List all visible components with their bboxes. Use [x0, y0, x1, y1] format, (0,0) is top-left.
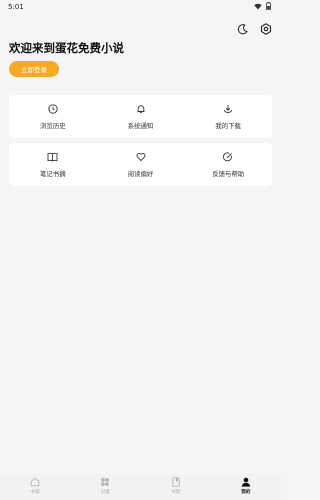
grid-item-notifications[interactable]: 系统通知 [97, 95, 185, 138]
tab-category[interactable]: 分类 [70, 474, 140, 500]
edit-icon [223, 152, 234, 163]
night-mode-icon[interactable] [235, 22, 249, 36]
bottom-navigation: 书城 分类 书架 我的 [0, 474, 281, 500]
grid-item-feedback[interactable]: 反馈与帮助 [184, 143, 272, 186]
grid-item-label: 系统通知 [127, 121, 154, 130]
tab-label: 书架 [171, 490, 181, 495]
grid-item-label: 我的下载 [215, 121, 241, 130]
grid-item-reading-preference[interactable]: 阅读偏好 [97, 143, 185, 186]
bookshelf-icon [171, 477, 181, 487]
tab-bookshelf[interactable]: 书架 [141, 474, 211, 500]
settings-icon[interactable] [259, 22, 273, 36]
grid-item-label: 阅读偏好 [127, 169, 154, 178]
profile-icon [241, 477, 251, 487]
clock-icon [47, 104, 58, 115]
grid-item-label: 笔记书摘 [40, 169, 66, 178]
bell-icon [135, 104, 146, 115]
top-actions [235, 22, 273, 36]
system-icons [254, 2, 271, 10]
status-bar: 5:01 [0, 0, 281, 14]
grid-item-label: 反馈与帮助 [212, 169, 245, 178]
tab-label: 我的 [241, 490, 251, 495]
status-time: 5:01 [8, 3, 24, 11]
tab-label: 书城 [30, 490, 40, 495]
grid-item-history[interactable]: 浏览历史 [9, 95, 97, 138]
tab-profile[interactable]: 我的 [211, 474, 281, 500]
welcome-title: 欢迎来到蛋花免费小说 [9, 41, 124, 55]
book-open-icon [47, 152, 58, 163]
grid-item-label: 浏览历史 [40, 121, 66, 130]
battery-icon [266, 2, 271, 10]
download-icon [223, 104, 234, 115]
heart-icon [135, 152, 146, 163]
feature-card-primary: 浏览历史 系统通知 我的下载 [9, 95, 272, 138]
grid-item-downloads[interactable]: 我的下载 [184, 95, 272, 138]
home-icon [30, 477, 40, 487]
grid-item-notes[interactable]: 笔记书摘 [9, 143, 97, 186]
category-icon [100, 477, 110, 487]
login-button[interactable]: 立即登录 [9, 61, 59, 77]
feature-card-secondary: 笔记书摘 阅读偏好 反馈与帮助 [9, 143, 272, 186]
tab-label: 分类 [100, 490, 110, 495]
wifi-icon [254, 3, 262, 10]
tab-bookstore[interactable]: 书城 [0, 474, 70, 500]
